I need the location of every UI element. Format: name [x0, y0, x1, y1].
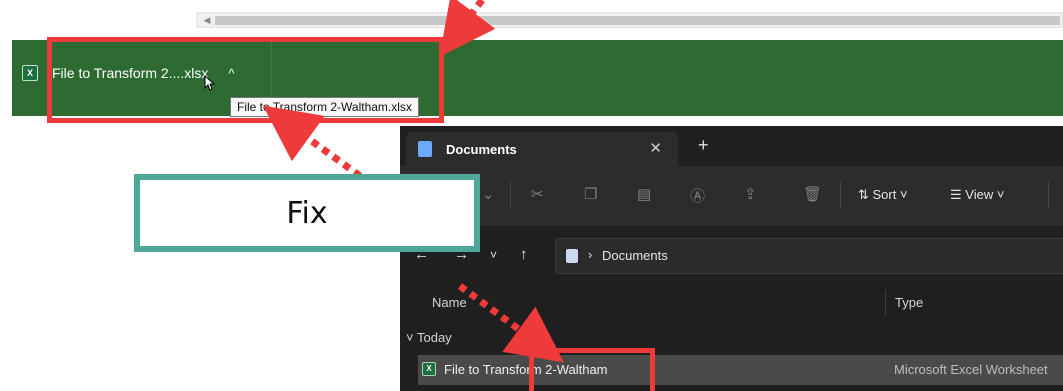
- cut-icon[interactable]: ✂: [531, 185, 544, 203]
- group-label: Today: [416, 330, 452, 345]
- scrollbar-thumb[interactable]: [215, 16, 1060, 25]
- middle-arrow: [262, 105, 363, 179]
- command-toolbar: ⌄ ✂ ❐ ▤ Ⓐ ⇪ 🗑 ⇅ Sort ˅ ☰ View ˅: [400, 166, 1063, 226]
- group-chevron-icon[interactable]: ˅: [406, 330, 414, 345]
- paste-icon[interactable]: ▤: [637, 185, 651, 203]
- column-name-header[interactable]: Name: [432, 295, 467, 310]
- file-row[interactable]: X File to Transform 2-Waltham Microsoft …: [418, 355, 1063, 385]
- recent-chevron-icon[interactable]: ˅: [490, 248, 497, 262]
- column-divider[interactable]: [885, 290, 886, 316]
- view-button[interactable]: ☰ View ˅: [950, 187, 1004, 203]
- group-today[interactable]: ˅ Today: [406, 330, 452, 345]
- tab-title: Documents: [446, 141, 517, 157]
- copy-icon[interactable]: ❐: [584, 185, 597, 203]
- fix-callout-text: Fix: [286, 195, 328, 231]
- toolbar-divider: [510, 182, 511, 208]
- sort-label: Sort: [872, 187, 897, 202]
- filename-highlight: [529, 348, 655, 391]
- tab-documents[interactable]: Documents ✕: [406, 132, 678, 166]
- column-headers: Name Type: [400, 284, 1063, 322]
- path-input[interactable]: › Documents: [555, 238, 1063, 274]
- path-folder-icon: [566, 249, 578, 263]
- view-label: View: [965, 187, 994, 202]
- column-type-header[interactable]: Type: [895, 295, 923, 310]
- up-icon[interactable]: ↑: [520, 246, 528, 263]
- chevron-down-icon[interactable]: ⌄: [482, 185, 495, 203]
- file-type: Microsoft Excel Worksheet: [894, 362, 1048, 377]
- close-icon[interactable]: ✕: [649, 139, 662, 157]
- new-tab-icon[interactable]: +: [698, 135, 709, 156]
- file-explorer-window: Documents ✕ + ⌄ ✂ ❐ ▤ Ⓐ ⇪ 🗑 ⇅ Sort ˅ ☰ V…: [400, 126, 1063, 391]
- address-bar: ← → ˅ ↑ › Documents: [400, 226, 1063, 284]
- breadcrumb-documents[interactable]: Documents: [602, 248, 668, 263]
- rename-icon[interactable]: Ⓐ: [690, 185, 705, 206]
- toolbar-divider: [1048, 182, 1049, 208]
- tab-bar: Documents ✕ +: [400, 126, 1063, 166]
- scroll-left-icon[interactable]: ◀: [201, 14, 213, 26]
- delete-icon[interactable]: 🗑: [803, 185, 822, 203]
- excel-file-icon: X: [422, 362, 436, 376]
- download-item-highlight: [47, 37, 444, 123]
- fix-callout: Fix: [134, 174, 480, 252]
- horizontal-scrollbar[interactable]: ◀: [196, 12, 1063, 28]
- share-icon[interactable]: ⇪: [744, 185, 757, 203]
- documents-folder-icon: [418, 141, 432, 157]
- breadcrumb-chevron-icon[interactable]: ›: [588, 247, 592, 262]
- excel-file-icon: X: [22, 65, 38, 81]
- toolbar-divider: [840, 182, 841, 208]
- sort-button[interactable]: ⇅ Sort ˅: [858, 187, 908, 203]
